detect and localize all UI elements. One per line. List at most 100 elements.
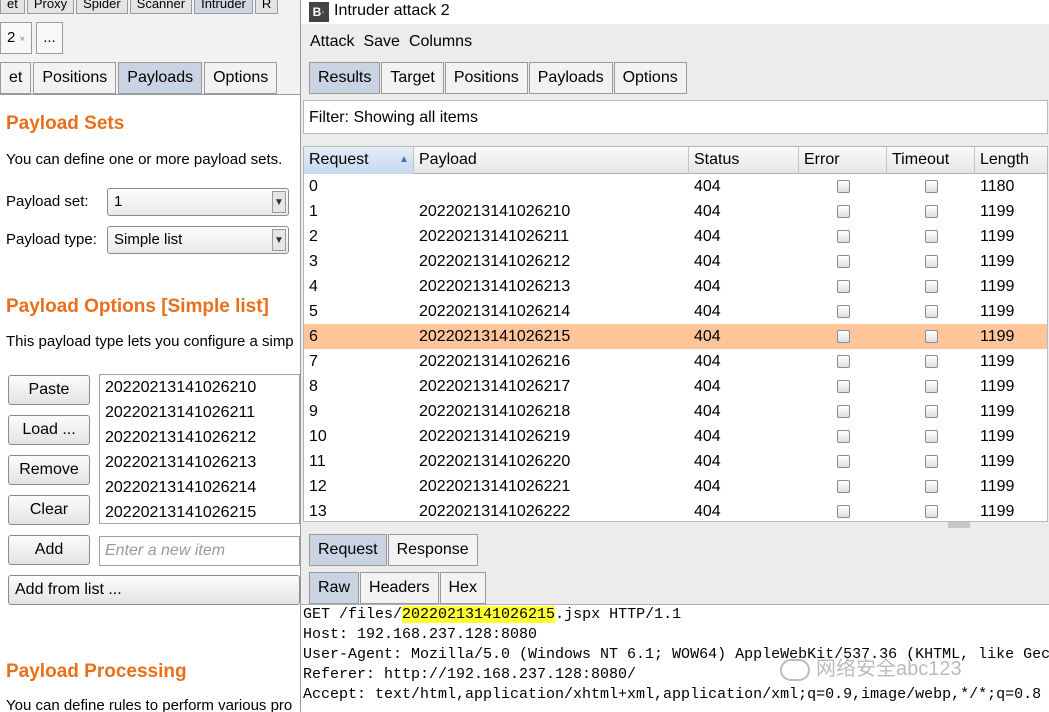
tab-hex[interactable]: Hex [439, 572, 486, 604]
timeout-checkbox[interactable] [924, 305, 938, 318]
tab-target[interactable]: Target [381, 62, 444, 94]
payload-type-select[interactable]: Simple list ▼ [107, 226, 289, 254]
tab-payloads[interactable]: Payloads [118, 62, 203, 94]
error-checkbox[interactable] [836, 255, 850, 268]
tab-headers[interactable]: Headers [360, 572, 439, 604]
cell-request: 6 [309, 328, 318, 345]
title-bar[interactable]: B· Intruder attack 2 [301, 0, 1049, 24]
error-checkbox[interactable] [836, 505, 850, 518]
timeout-checkbox[interactable] [924, 480, 938, 493]
list-item[interactable]: 20220213141026210 [100, 375, 299, 400]
timeout-checkbox[interactable] [924, 455, 938, 468]
close-icon[interactable]: × [19, 34, 25, 45]
column-header-error[interactable]: Error [799, 147, 887, 174]
attack-tab-more[interactable]: ... [36, 22, 63, 54]
column-header-length[interactable]: Length [975, 147, 1047, 174]
timeout-checkbox[interactable] [924, 180, 938, 193]
tab-spider[interactable]: Spider [76, 0, 128, 14]
payload-set-select[interactable]: 1 ▼ [107, 188, 289, 216]
table-row[interactable]: 1 20220213141026210 404 1199 [304, 199, 1047, 224]
tab-repeater[interactable]: R [254, 0, 279, 14]
attack-tab-2[interactable]: 2 × [0, 22, 33, 54]
table-row[interactable]: 11 20220213141026220 404 1199 [304, 449, 1047, 474]
payload-list[interactable]: 20220213141026210 20220213141026211 2022… [99, 374, 300, 524]
timeout-checkbox[interactable] [924, 280, 938, 293]
timeout-checkbox[interactable] [924, 255, 938, 268]
tab-target-sub[interactable]: et [0, 62, 32, 94]
filter-bar[interactable]: Filter: Showing all items [303, 100, 1048, 134]
menu-attack[interactable]: Attack [310, 30, 354, 54]
table-row[interactable]: 12 20220213141026221 404 1199 [304, 474, 1047, 499]
chevron-down-icon[interactable]: ▼ [272, 191, 286, 213]
table-row[interactable]: 4 20220213141026213 404 1199 [304, 274, 1047, 299]
cell-timeout [887, 174, 975, 199]
new-item-input[interactable]: Enter a new item [99, 536, 300, 566]
tab-request[interactable]: Request [309, 534, 387, 566]
load-button[interactable]: Load ... [8, 415, 90, 445]
table-row[interactable]: 6 20220213141026215 404 1199 [304, 324, 1047, 349]
table-row[interactable]: 7 20220213141026216 404 1199 [304, 349, 1047, 374]
timeout-checkbox[interactable] [924, 230, 938, 243]
tab-intruder[interactable]: Intruder [194, 0, 253, 14]
scrollbar-thumb[interactable] [948, 522, 970, 528]
timeout-checkbox[interactable] [924, 355, 938, 368]
column-header-request[interactable]: Request ▲ [304, 147, 414, 174]
table-row[interactable]: 2 20220213141026211 404 1199 [304, 224, 1047, 249]
table-row[interactable]: 5 20220213141026214 404 1199 [304, 299, 1047, 324]
list-item[interactable]: 20220213141026212 [100, 425, 299, 450]
payload-options-heading: Payload Options [Simple list] [6, 296, 269, 317]
list-item[interactable]: 20220213141026214 [100, 475, 299, 500]
table-row[interactable]: 10 20220213141026219 404 1199 [304, 424, 1047, 449]
tab-scanner[interactable]: Scanner [129, 0, 193, 14]
tab-payloads[interactable]: Payloads [528, 62, 613, 94]
list-item[interactable]: 20220213141026213 [100, 450, 299, 475]
table-row[interactable]: 0 404 1180 [304, 174, 1047, 199]
table-row[interactable]: 13 20220213141026222 404 1199 [304, 499, 1047, 521]
column-header-payload[interactable]: Payload [414, 147, 689, 174]
table-row[interactable]: 3 20220213141026212 404 1199 [304, 249, 1047, 274]
table-row[interactable]: 9 20220213141026218 404 1199 [304, 399, 1047, 424]
tab-options[interactable]: Options [204, 62, 278, 94]
timeout-checkbox[interactable] [924, 430, 938, 443]
timeout-checkbox[interactable] [924, 205, 938, 218]
error-checkbox[interactable] [836, 280, 850, 293]
add-from-list-select[interactable]: Add from list ... [8, 575, 300, 605]
tab-results[interactable]: Results [309, 62, 381, 94]
cell-timeout [887, 299, 975, 324]
tab-proxy[interactable]: Proxy [26, 0, 75, 14]
timeout-checkbox[interactable] [924, 330, 938, 343]
timeout-checkbox[interactable] [924, 380, 938, 393]
cell-error [799, 449, 887, 474]
tab-options[interactable]: Options [613, 62, 687, 94]
error-checkbox[interactable] [836, 180, 850, 193]
error-checkbox[interactable] [836, 455, 850, 468]
error-checkbox[interactable] [836, 230, 850, 243]
error-checkbox[interactable] [836, 205, 850, 218]
column-header-timeout[interactable]: Timeout [887, 147, 975, 174]
list-item[interactable]: 20220213141026211 [100, 400, 299, 425]
table-row[interactable]: 8 20220213141026217 404 1199 [304, 374, 1047, 399]
error-checkbox[interactable] [836, 480, 850, 493]
tab-positions[interactable]: Positions [33, 62, 117, 94]
error-checkbox[interactable] [836, 355, 850, 368]
clear-button[interactable]: Clear [8, 495, 90, 525]
timeout-checkbox[interactable] [924, 505, 938, 518]
tab-response[interactable]: Response [387, 534, 478, 566]
error-checkbox[interactable] [836, 330, 850, 343]
column-header-status[interactable]: Status [689, 147, 799, 174]
tab-raw[interactable]: Raw [309, 572, 360, 604]
error-checkbox[interactable] [836, 380, 850, 393]
chevron-down-icon[interactable]: ▼ [272, 229, 286, 251]
tab-positions[interactable]: Positions [444, 62, 528, 94]
tab-target[interactable]: et [0, 0, 25, 14]
timeout-checkbox[interactable] [924, 405, 938, 418]
menu-save[interactable]: Save [363, 30, 399, 54]
error-checkbox[interactable] [836, 430, 850, 443]
error-checkbox[interactable] [836, 305, 850, 318]
list-item[interactable]: 20220213141026215 [100, 500, 299, 523]
remove-button[interactable]: Remove [8, 455, 90, 485]
paste-button[interactable]: Paste [8, 375, 90, 405]
error-checkbox[interactable] [836, 405, 850, 418]
menu-columns[interactable]: Columns [409, 30, 472, 54]
add-button[interactable]: Add [8, 535, 90, 565]
